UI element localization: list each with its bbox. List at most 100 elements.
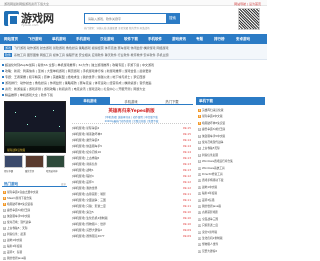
list-item-title[interactable]: 刺客信条起源 — [202, 153, 218, 157]
list-item-title[interactable]: [单机游戏] 战地1 — [72, 168, 94, 172]
list-item[interactable]: [单机游戏] 怪物猎人：世界 09-10 — [72, 222, 191, 226]
tab-single-games[interactable]: 单机游戏 — [70, 97, 110, 105]
list-item-title[interactable]: [单机游戏] 星际争霸2 — [72, 126, 99, 130]
list-item[interactable]: [单机游戏] 我的世界 09-12 — [72, 186, 191, 190]
list-item-title[interactable]: 战地1中文版 — [202, 185, 217, 189]
list-item-title[interactable]: 魔兽争霸3冰封王座 — [202, 127, 225, 131]
search-button[interactable]: 搜索 — [166, 14, 179, 23]
list-item-title[interactable]: 怪物猎人世界 — [202, 242, 218, 246]
list-item-title[interactable]: DirectX修复工具 — [202, 172, 223, 176]
nav-item[interactable]: 网站首页 — [4, 37, 18, 42]
list-item[interactable]: 5 侠盗猎车手5中文版 — [3, 214, 67, 218]
list-item-title[interactable]: 辐射4年度版 — [202, 191, 217, 195]
list-item[interactable]: 19只狼影逝二度 — [198, 223, 264, 228]
category-row-software[interactable]: 软件 系统工具 图形图像 网络工具 媒体工具 编程开发 安全相关 应用软件 聊天软… — [4, 53, 264, 57]
list-item-title[interactable]: [单机游戏] 赛博朋克2077 — [72, 234, 105, 238]
list-item[interactable]: 6 使命召唤：现代战争 — [3, 220, 67, 224]
list-item-title[interactable]: [单机游戏] 辐射4 — [72, 174, 94, 178]
list-item-title[interactable]: [单机游戏] 上古卷轴5 — [72, 156, 99, 160]
list-item[interactable]: 10Windows系统工具 — [198, 166, 264, 170]
hot-keywords[interactable]: 热门搜索：穿越火线 英雄联盟 王者荣耀 我的世界 刺激战场 — [84, 26, 204, 30]
list-item[interactable]: 1 英雄再归来汉化版 — [198, 108, 264, 112]
list-item[interactable]: 8 刺客信条起源 — [198, 153, 264, 157]
list-item[interactable]: [单机游戏] 鬼泣5 09-10 — [72, 210, 191, 214]
list-item[interactable]: 14辐射4年度版 — [198, 191, 264, 196]
news-line[interactable]: 攻略：新闻：刺客信条 | 圣城 | 大型单机游戏 | 网页游戏 | 手机游戏排行… — [2, 69, 265, 73]
category-links[interactable]: 飞行游戏 动作游戏 射击游戏 冒险游戏 角色扮演 策略游戏 模拟经营 体育竞技 … — [14, 46, 169, 50]
list-item[interactable]: [单机游戏] 全面战争：三国 09-11 — [72, 198, 191, 202]
category-row-games[interactable]: 游戏 飞行游戏 动作游戏 射击游戏 冒险游戏 角色扮演 策略游戏 模拟经营 体育竞… — [4, 46, 264, 50]
list-item[interactable]: 17古墓丽影暗影 — [198, 210, 264, 215]
list-item[interactable]: 3 暗黑破坏神3免安装 — [198, 121, 264, 125]
list-item[interactable]: 13战地1中文版 — [198, 185, 264, 189]
list-item[interactable]: 1 星际争霸2自由之翼中文版 — [3, 190, 67, 194]
list-item[interactable]: 9 战地1中文版 — [3, 238, 67, 242]
list-item[interactable]: 15巫师3狂猎 — [198, 198, 264, 202]
list-item[interactable]: [单机游戏] 巫师3 09-12 — [72, 180, 191, 184]
list-item[interactable]: 7 上古卷轴5天际 — [198, 146, 264, 151]
nav-item[interactable]: 手机游戏 — [76, 37, 90, 42]
news-line[interactable]: 资讯：新游速递 | 游戏评测 | 游戏攻略 | 新闻资讯 | 电竞资讯 | 游戏… — [2, 87, 265, 91]
nav-item[interactable]: 专题 — [196, 37, 203, 42]
list-item-title[interactable]: Windows系统工具 — [202, 166, 225, 170]
list-item-title[interactable]: 生化危机2重制版 — [202, 236, 223, 240]
list-item[interactable]: 12游戏手柄驱动下载 — [198, 178, 264, 183]
list-item[interactable]: 10辐射4年度版 — [3, 244, 67, 248]
list-item[interactable]: 11DirectX修复工具 — [198, 172, 264, 176]
list-item[interactable]: [单机游戏] 使命召唤16 09-14 — [72, 150, 191, 154]
list-item-title[interactable]: [单机游戏] 巫师3 — [72, 180, 94, 184]
list-item[interactable]: 4 魔兽争霸3冰封王座 — [198, 127, 264, 132]
thumbnail-label[interactable]: 魔兽世界 — [25, 169, 44, 173]
list-item-title[interactable]: 星际争霸2中文版 — [202, 114, 223, 118]
list-item-title[interactable]: [单机游戏] 使命召唤16 — [72, 150, 101, 154]
list-item[interactable]: 7 上古卷轴5：天际 — [3, 226, 67, 230]
list-item-title[interactable]: [单机游戏] 荒野大镖客2 — [72, 228, 102, 232]
list-item-title[interactable]: 只狼影逝二度 — [202, 223, 218, 227]
list-item[interactable]: 21生化危机2重制版 — [198, 236, 264, 240]
list-item[interactable]: [单机游戏] 只狼：影逝二度 09-11 — [72, 204, 191, 208]
list-item-title[interactable]: 上古卷轴5天际 — [202, 146, 220, 150]
list-item[interactable]: 3 暗黑破坏神3免安装版 — [3, 202, 67, 206]
list-item[interactable]: 5 侠盗猎车手5中文版 — [198, 134, 264, 138]
list-item-title[interactable]: [单机游戏] 鬼泣5 — [72, 210, 94, 214]
list-item-title[interactable]: [单机游戏] 我的世界 — [72, 186, 97, 190]
list-item[interactable]: [单机游戏] 生化危机2重制版 09-10 — [72, 216, 191, 220]
nav-item[interactable]: 汉化游戏 — [100, 37, 114, 42]
nav-item[interactable]: 游戏资讯 — [172, 37, 186, 42]
list-item-title[interactable]: 使命召唤现代战争 — [202, 140, 224, 144]
list-item-title[interactable]: [单机游戏] 刺客信条 — [72, 162, 97, 166]
list-item[interactable]: [单机游戏] 暗黑破坏神3 09-15 — [72, 132, 191, 136]
top-bar-links[interactable]: 网站导航 | 设为首页 — [234, 2, 261, 6]
nav-item[interactable]: 手机软件 — [148, 37, 162, 42]
thumbnail[interactable] — [4, 155, 23, 168]
category-links[interactable]: 系统工具 图形图像 网络工具 媒体工具 编程开发 安全相关 应用软件 聊天软件 … — [14, 53, 169, 57]
featured-game-image[interactable]: 星际战争汉化版 — [4, 101, 66, 153]
nav-item[interactable]: 飞行游戏 — [28, 37, 42, 42]
list-item-title[interactable]: 全面战争三国 — [202, 217, 218, 221]
list-item[interactable]: [单机游戏] 刺客信条 09-13 — [72, 162, 191, 166]
list-item-title[interactable]: 暗黑破坏神3免安装 — [202, 121, 225, 125]
list-item-title[interactable]: 鬼泣5豪华版 — [202, 230, 217, 234]
thumbnail[interactable] — [46, 155, 65, 168]
nav-item[interactable]: 软件下载 — [124, 37, 138, 42]
tab-hot-downloads[interactable]: 热门下载 — [152, 99, 192, 104]
list-item[interactable]: 4 魔兽争霸3冰封王座 — [3, 208, 67, 212]
list-item-title[interactable]: [单机游戏] 暗黑破坏神3 — [72, 132, 102, 136]
news-line[interactable]: 专题：王者荣耀 | 和平精英 | 原神 | 英雄联盟 | 绝地求生 | 我的世界… — [2, 75, 265, 79]
site-logo[interactable]: 游戏网 7youxi.com — [4, 9, 64, 31]
headline[interactable]: 英雄再归来Yepes新版 — [70, 108, 193, 114]
nav-item[interactable]: 单机游戏 — [52, 37, 66, 42]
list-item[interactable]: 9 Windows游戏运行库合集 — [198, 159, 264, 164]
more-link[interactable]: 更多 — [61, 182, 66, 186]
list-item[interactable]: [单机游戏] 上古卷轴5 09-13 — [72, 156, 191, 160]
list-item-title[interactable]: 侠盗猎车手5中文版 — [202, 134, 225, 138]
list-item-title[interactable]: [单机游戏] 只狼：影逝二度 — [72, 204, 106, 208]
list-item[interactable]: 6 使命召唤现代战争 — [198, 140, 264, 144]
list-item-title[interactable]: [单机游戏] 怪物猎人：世界 — [72, 222, 106, 226]
search-input[interactable] — [85, 14, 167, 23]
tab-mobile-games[interactable]: 手机游戏 — [111, 99, 151, 104]
thumbnail-label[interactable]: 星际争霸 — [4, 169, 23, 173]
list-item-title[interactable]: [单机游戏] 侠盗猎车手5 — [72, 144, 102, 148]
nav-item[interactable]: 排行榜 — [214, 37, 225, 42]
list-item-title[interactable]: 巫师3狂猎 — [202, 198, 214, 202]
